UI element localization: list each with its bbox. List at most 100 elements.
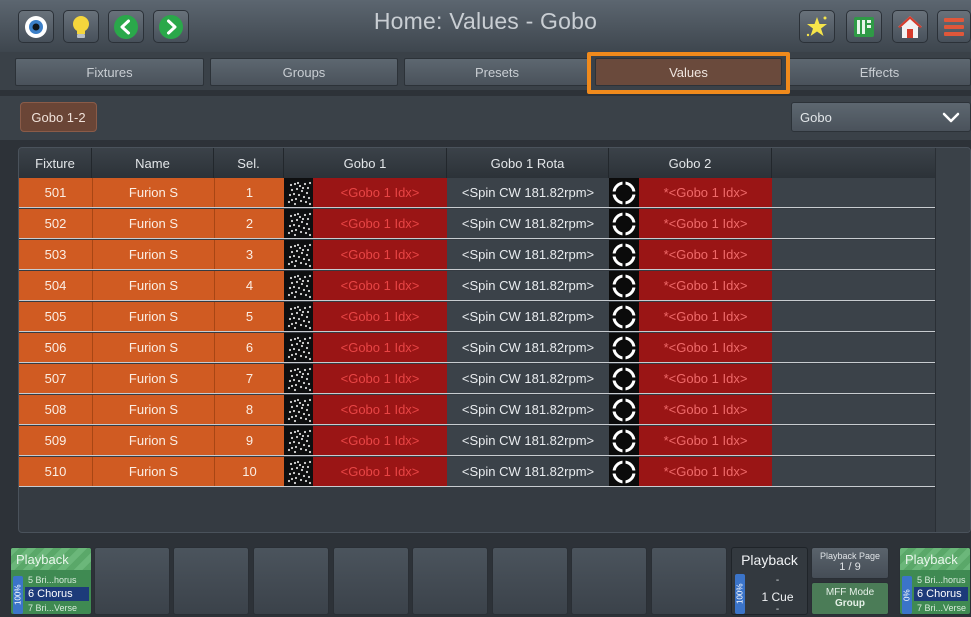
cell-gobo1[interactable]: <Gobo 1 Idx> [313,240,447,269]
cell-gobo1-image[interactable] [284,240,313,269]
cell-fixture[interactable]: 503 [19,240,92,269]
attribute-dropdown[interactable]: Gobo [791,102,971,132]
cell-name[interactable]: Furion S [92,178,214,207]
cell-gobo1-image[interactable] [284,302,313,331]
cell-sel[interactable]: 5 [214,302,284,331]
cell-gobo2-image[interactable] [609,395,639,424]
cell-name[interactable]: Furion S [92,457,214,486]
cell-gobo2[interactable]: *<Gobo 1 Idx> [639,302,772,331]
cell-gobo1-rota[interactable]: <Spin CW 181.82rpm> [447,426,609,455]
table-row[interactable]: 506 Furion S 6 <Gobo 1 Idx> <Spin CW 181.82r… [19,333,935,363]
cell-gobo1-rota[interactable]: <Spin CW 181.82rpm> [447,395,609,424]
cell-name[interactable]: Furion S [92,271,214,300]
cell-gobo1-rota[interactable]: <Spin CW 181.82rpm> [447,240,609,269]
cell-gobo2-image[interactable] [609,240,639,269]
cell-gobo2[interactable]: *<Gobo 1 Idx> [639,271,772,300]
cell-gobo2[interactable]: *<Gobo 1 Idx> [639,209,772,238]
cell-gobo2-image[interactable] [609,333,639,362]
table-row[interactable]: 509 Furion S 9 <Gobo 1 Idx> <Spin CW 181.82r… [19,426,935,456]
playback-slot[interactable] [253,547,329,615]
cell-gobo1-rota[interactable]: <Spin CW 181.82rpm> [447,333,609,362]
cell-name[interactable]: Furion S [92,240,214,269]
cell-name[interactable]: Furion S [92,395,214,424]
cell-gobo1[interactable]: <Gobo 1 Idx> [313,426,447,455]
cell-gobo2[interactable]: *<Gobo 1 Idx> [639,395,772,424]
cell-gobo1-rota[interactable]: <Spin CW 181.82rpm> [447,457,609,486]
cell-gobo2-image[interactable] [609,209,639,238]
cell-gobo2-image[interactable] [609,426,639,455]
cell-gobo2-image[interactable] [609,302,639,331]
cell-gobo1[interactable]: <Gobo 1 Idx> [313,302,447,331]
cell-gobo2-image[interactable] [609,178,639,207]
cell-fixture[interactable]: 510 [19,457,92,486]
playback-slot[interactable] [333,547,409,615]
column-header-fixture[interactable]: Fixture [19,148,92,178]
cell-gobo1[interactable]: <Gobo 1 Idx> [313,271,447,300]
feature-group-button[interactable]: Gobo 1-2 [20,102,97,132]
playback-left[interactable]: Playback 100% 5 Bri...horus 6 Chorus 7 B… [10,547,92,615]
table-row[interactable]: 504 Furion S 4 <Gobo 1 Idx> <Spin CW 181.82r… [19,271,935,301]
cell-gobo1[interactable]: <Gobo 1 Idx> [313,395,447,424]
mff-mode-button[interactable]: MFF Mode Group [811,582,889,615]
cell-gobo2-image[interactable] [609,457,639,486]
cell-name[interactable]: Furion S [92,426,214,455]
cell-gobo1-image[interactable] [284,209,313,238]
cell-gobo2[interactable]: *<Gobo 1 Idx> [639,240,772,269]
playback-right[interactable]: Playback 0% 5 Bri...horus 6 Chorus 7 Bri… [899,547,971,615]
cell-sel[interactable]: 9 [214,426,284,455]
cell-gobo1[interactable]: <Gobo 1 Idx> [313,333,447,362]
cell-fixture[interactable]: 502 [19,209,92,238]
cell-gobo2-image[interactable] [609,364,639,393]
cell-gobo1-image[interactable] [284,426,313,455]
tab-effects[interactable]: Effects [788,58,971,86]
table-row[interactable]: 510 Furion S 10 <Gobo 1 Idx> <Spin CW 181.82… [19,457,935,487]
table-row[interactable]: 507 Furion S 7 <Gobo 1 Idx> <Spin CW 181.82r… [19,364,935,394]
cell-gobo2[interactable]: *<Gobo 1 Idx> [639,457,772,486]
column-header-gobo2[interactable]: Gobo 2 [609,148,772,178]
column-header-name[interactable]: Name [92,148,214,178]
cell-gobo1[interactable]: <Gobo 1 Idx> [313,178,447,207]
table-row[interactable]: 502 Furion S 2 <Gobo 1 Idx> <Spin CW 181.82r… [19,209,935,239]
cell-gobo2[interactable]: *<Gobo 1 Idx> [639,178,772,207]
cell-gobo2[interactable]: *<Gobo 1 Idx> [639,333,772,362]
cell-gobo1[interactable]: <Gobo 1 Idx> [313,457,447,486]
cell-fixture[interactable]: 508 [19,395,92,424]
cell-fixture[interactable]: 501 [19,178,92,207]
cell-gobo1-image[interactable] [284,178,313,207]
cell-sel[interactable]: 4 [214,271,284,300]
playback-slot[interactable] [651,547,727,615]
cell-gobo1-image[interactable] [284,333,313,362]
cell-gobo1-image[interactable] [284,364,313,393]
cell-gobo2[interactable]: *<Gobo 1 Idx> [639,364,772,393]
table-scrollbar[interactable] [935,148,970,532]
cell-gobo1-rota[interactable]: <Spin CW 181.82rpm> [447,178,609,207]
cell-gobo1-rota[interactable]: <Spin CW 181.82rpm> [447,271,609,300]
cell-sel[interactable]: 8 [214,395,284,424]
column-header-sel[interactable]: Sel. [214,148,284,178]
playback-slot[interactable] [571,547,647,615]
cell-gobo1[interactable]: <Gobo 1 Idx> [313,209,447,238]
cell-gobo1-image[interactable] [284,271,313,300]
cell-gobo1-rota[interactable]: <Spin CW 181.82rpm> [447,364,609,393]
column-header-gobo1[interactable]: Gobo 1 [284,148,447,178]
tab-presets[interactable]: Presets [404,58,590,86]
cell-sel[interactable]: 10 [214,457,284,486]
cell-fixture[interactable]: 509 [19,426,92,455]
cell-fixture[interactable]: 504 [19,271,92,300]
cell-gobo1-rota[interactable]: <Spin CW 181.82rpm> [447,209,609,238]
cell-gobo1-image[interactable] [284,395,313,424]
playback-slot[interactable] [492,547,568,615]
cell-gobo2-image[interactable] [609,271,639,300]
home-button[interactable] [892,10,928,43]
cell-name[interactable]: Furion S [92,209,214,238]
cell-sel[interactable]: 1 [214,178,284,207]
cell-fixture[interactable]: 507 [19,364,92,393]
cell-gobo2[interactable]: *<Gobo 1 Idx> [639,426,772,455]
cell-gobo1[interactable]: <Gobo 1 Idx> [313,364,447,393]
cell-fixture[interactable]: 506 [19,333,92,362]
cell-sel[interactable]: 7 [214,364,284,393]
magic-button[interactable] [799,10,835,43]
table-row[interactable]: 508 Furion S 8 <Gobo 1 Idx> <Spin CW 181.82r… [19,395,935,425]
cell-name[interactable]: Furion S [92,364,214,393]
playback-mid[interactable]: Playback 100% - 1 Cue - [731,547,808,615]
